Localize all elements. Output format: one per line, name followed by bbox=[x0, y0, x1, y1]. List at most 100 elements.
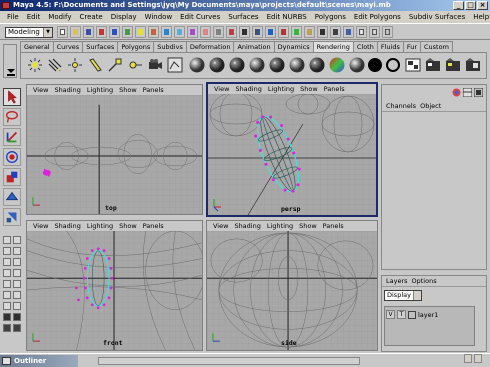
point-light-icon[interactable] bbox=[67, 57, 83, 73]
options-menu[interactable]: Options bbox=[410, 276, 439, 286]
menu-edit-curves[interactable]: Edit Curves bbox=[176, 13, 224, 21]
rotate-tool[interactable] bbox=[3, 148, 21, 166]
viewport-persp-canvas[interactable]: persp bbox=[208, 94, 376, 215]
save-scene-icon[interactable] bbox=[83, 26, 94, 38]
close-button[interactable]: × bbox=[477, 1, 488, 10]
render-settings-icon[interactable] bbox=[465, 57, 481, 73]
horizontal-scrollbar[interactable] bbox=[98, 357, 360, 365]
shelf-tab-deformation[interactable]: Deformation bbox=[185, 41, 235, 52]
ipr-render-icon[interactable] bbox=[330, 26, 341, 38]
mask-dynamics-icon[interactable] bbox=[200, 26, 211, 38]
surface-shader-icon[interactable] bbox=[309, 57, 325, 73]
snap-grid-icon[interactable] bbox=[252, 26, 263, 38]
shelf-tab-cloth[interactable]: Cloth bbox=[352, 41, 378, 52]
layer-name[interactable]: layer1 bbox=[418, 311, 438, 319]
panel-menu-lighting[interactable]: Lighting bbox=[265, 84, 297, 94]
layer-template-toggle[interactable]: T bbox=[397, 310, 406, 319]
history-icon[interactable] bbox=[304, 26, 315, 38]
channel-layer-icon[interactable] bbox=[474, 88, 483, 97]
panel-menu-view[interactable]: View bbox=[30, 85, 51, 95]
panel-menu-shading[interactable]: Shading bbox=[51, 221, 83, 231]
lock-selection-icon[interactable] bbox=[239, 26, 250, 38]
mask-misc-icon[interactable] bbox=[226, 26, 237, 38]
lambert-material-icon[interactable] bbox=[189, 57, 205, 73]
render-frame-icon[interactable] bbox=[317, 26, 328, 38]
snap-view-icon[interactable] bbox=[291, 26, 302, 38]
menu-display[interactable]: Display bbox=[107, 13, 141, 21]
layout-render-button[interactable] bbox=[13, 258, 21, 266]
phong-e-material-icon[interactable] bbox=[249, 57, 265, 73]
layer-visibility-toggle[interactable]: V bbox=[386, 310, 395, 319]
open-scene-icon[interactable] bbox=[70, 26, 81, 38]
shelf-tab-general[interactable]: General bbox=[20, 41, 54, 52]
shelf-tab-curves[interactable]: Curves bbox=[52, 41, 84, 52]
outliner-window-title[interactable]: Outliner bbox=[0, 355, 78, 367]
panel-menu-lighting[interactable]: Lighting bbox=[84, 221, 116, 231]
menu-file[interactable]: File bbox=[3, 13, 23, 21]
panel-menu-lighting[interactable]: Lighting bbox=[84, 85, 116, 95]
viewport-side-canvas[interactable]: side bbox=[207, 231, 377, 350]
show-tool-settings-icon[interactable] bbox=[369, 26, 380, 38]
menu-set-select[interactable]: Modeling ▼ bbox=[5, 27, 53, 38]
layer-type-select[interactable]: Display bbox=[384, 290, 422, 301]
panel-menu-panels[interactable]: Panels bbox=[320, 221, 347, 231]
viewport-side[interactable]: View Shading Lighting Show Panels side bbox=[206, 220, 378, 351]
scroll-left-button[interactable] bbox=[464, 354, 472, 363]
ring-shader-icon[interactable] bbox=[385, 57, 401, 73]
blinn-material-icon[interactable] bbox=[209, 57, 225, 73]
layout-button-h[interactable] bbox=[13, 324, 21, 332]
select-tool[interactable] bbox=[3, 88, 21, 106]
spot-light-icon[interactable] bbox=[87, 57, 103, 73]
panel-menu-shading[interactable]: Shading bbox=[231, 221, 263, 231]
viewport-front-canvas[interactable]: front bbox=[27, 231, 202, 350]
viewport-top-canvas[interactable]: top bbox=[27, 95, 202, 214]
layout-four-button[interactable] bbox=[13, 236, 21, 244]
shelf-tab-rendering[interactable]: Rendering bbox=[312, 41, 354, 52]
layer-editor-icon[interactable] bbox=[463, 88, 472, 97]
menu-create[interactable]: Create bbox=[75, 13, 106, 21]
shelf-tab-fur[interactable]: Fur bbox=[402, 41, 422, 52]
layout-button-b[interactable] bbox=[13, 291, 21, 299]
menu-edit-polygons[interactable]: Edit Polygons bbox=[350, 13, 405, 21]
mask-curves-icon[interactable] bbox=[161, 26, 172, 38]
mask-surfaces-icon[interactable] bbox=[174, 26, 185, 38]
hidden-shader-icon[interactable] bbox=[367, 57, 383, 73]
scale-tool[interactable] bbox=[3, 168, 21, 186]
layout-button-f[interactable] bbox=[13, 313, 21, 321]
lasso-tool[interactable] bbox=[3, 108, 21, 126]
layout-button-a[interactable] bbox=[3, 291, 11, 299]
layout-button-e[interactable] bbox=[3, 313, 11, 321]
layout-persp-graph-button[interactable] bbox=[13, 247, 21, 255]
layout-hypergraph-button[interactable] bbox=[3, 280, 11, 288]
mask-joints-icon[interactable] bbox=[148, 26, 159, 38]
snap-curve-icon[interactable] bbox=[265, 26, 276, 38]
layers-menu[interactable]: Layers bbox=[384, 276, 410, 286]
select-object-icon[interactable] bbox=[109, 26, 120, 38]
menu-edit-nurbs[interactable]: Edit NURBS bbox=[263, 13, 311, 21]
layer-color-swatch[interactable] bbox=[408, 310, 416, 319]
use-background-icon[interactable] bbox=[349, 57, 365, 73]
panel-menu-view[interactable]: View bbox=[30, 221, 51, 231]
show-attribute-editor-icon[interactable] bbox=[356, 26, 367, 38]
phong-material-icon[interactable] bbox=[229, 57, 245, 73]
camera-icon[interactable] bbox=[147, 57, 163, 73]
menu-modify[interactable]: Modify bbox=[44, 13, 75, 21]
area-light-icon[interactable] bbox=[107, 57, 123, 73]
menu-help[interactable]: Help bbox=[469, 13, 490, 21]
panel-menu-view[interactable]: View bbox=[211, 84, 232, 94]
panel-menu-show[interactable]: Show bbox=[116, 85, 140, 95]
menu-subdiv-surfaces[interactable]: Subdiv Surfaces bbox=[405, 13, 469, 21]
panel-menu-show[interactable]: Show bbox=[116, 221, 140, 231]
shelf-tab-animation[interactable]: Animation bbox=[233, 41, 275, 52]
panel-menu-view[interactable]: View bbox=[210, 221, 231, 231]
layout-trax-button[interactable] bbox=[3, 269, 11, 277]
layout-hypershade-button[interactable] bbox=[3, 258, 11, 266]
hypershade-icon[interactable] bbox=[167, 57, 183, 73]
ipr-render-icon[interactable] bbox=[445, 57, 461, 73]
shelf-tab-fluids[interactable]: Fluids bbox=[376, 41, 404, 52]
panel-menu-panels[interactable]: Panels bbox=[140, 221, 167, 231]
panel-menu-show[interactable]: Show bbox=[297, 84, 321, 94]
menu-window[interactable]: Window bbox=[141, 13, 177, 21]
select-component-icon[interactable] bbox=[122, 26, 133, 38]
panel-menu-lighting[interactable]: Lighting bbox=[264, 221, 296, 231]
